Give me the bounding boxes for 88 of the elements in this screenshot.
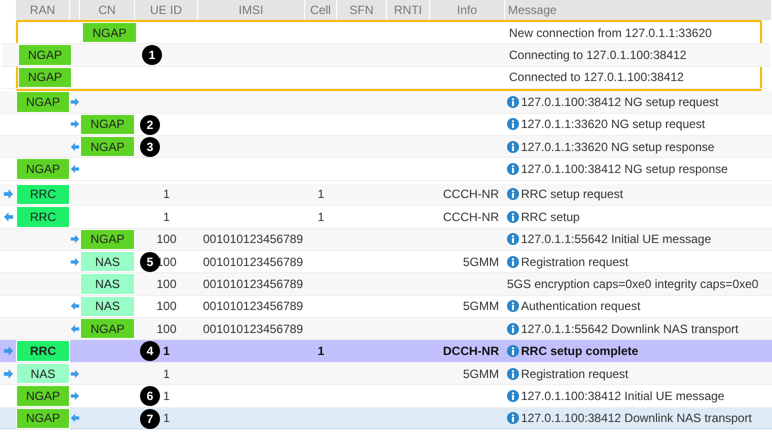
message-text: 127.0.1.100:38412 NG setup request bbox=[521, 94, 718, 109]
table-cell: 1 bbox=[163, 187, 170, 202]
table-cell: 100 bbox=[156, 322, 177, 336]
log-row[interactable]: NAS 100 001010123456789 5GS encryption caps=0xe0 integrity caps=0xe0 bbox=[0, 273, 772, 296]
message-text: RRC setup bbox=[521, 210, 580, 224]
table-cell: 1 bbox=[318, 187, 324, 202]
table-cell: 5GMM bbox=[463, 366, 499, 381]
column-header[interactable]: CN bbox=[80, 0, 135, 20]
protocol-tag: NGAP bbox=[18, 44, 72, 66]
protocol-tag: NGAP bbox=[16, 158, 70, 180]
protocol-tag: NAS bbox=[80, 296, 135, 318]
log-row[interactable]: NGAP Connected to 127.0.1.100:38412 bbox=[2, 66, 770, 90]
protocol-tag: RRC bbox=[16, 340, 70, 362]
log-row[interactable]: NAS 1 5GMM Registration request bbox=[0, 362, 772, 386]
column-header[interactable]: Info bbox=[430, 0, 505, 20]
column-header[interactable]: SFN bbox=[337, 0, 387, 20]
protocol-tag: RRC bbox=[16, 184, 70, 206]
log-row[interactable]: NGAP 127.0.1.100:38412 NG setup response bbox=[0, 158, 772, 181]
message-text: 127.0.1.1:55642 Downlink NAS transport bbox=[521, 322, 738, 336]
table-cell: 001010123456789 bbox=[203, 276, 304, 291]
callout-badge: 1 bbox=[142, 45, 162, 66]
protocol-tag: RRC bbox=[16, 206, 70, 228]
log-row[interactable]: RRC 1 1 CCCH-NR RRC setup request bbox=[0, 184, 772, 206]
protocol-tag: NGAP bbox=[16, 91, 70, 113]
protocol-tag: NGAP bbox=[16, 385, 70, 407]
table-cell: 1 bbox=[163, 344, 170, 358]
table-cell: DCCH-NR bbox=[443, 344, 499, 358]
protocol-tag: NAS bbox=[80, 273, 135, 295]
table-cell: 001010123456789 bbox=[203, 322, 304, 336]
column-header[interactable]: IMSI bbox=[198, 0, 305, 20]
protocol-tag: NGAP bbox=[80, 228, 135, 250]
column-header[interactable]: RNTI bbox=[387, 0, 430, 20]
message-text: 5GS encryption caps=0xe0 integrity caps=0xe0 bbox=[507, 276, 758, 291]
message-text: 127.0.1.100:38412 Downlink NAS transport bbox=[521, 411, 752, 426]
table-cell: 1 bbox=[318, 210, 324, 224]
protocol-tag: NGAP bbox=[80, 136, 135, 158]
table-cell: 1 bbox=[318, 344, 324, 358]
callout-badge: 7 bbox=[140, 408, 160, 429]
callout-badge: 5 bbox=[140, 252, 160, 272]
message-text: 127.0.1.1:55642 Initial UE message bbox=[521, 232, 712, 246]
protocol-tag: NGAP bbox=[16, 408, 70, 430]
message-text: Registration request bbox=[521, 366, 628, 381]
message-text: Registration request bbox=[521, 254, 628, 269]
table-cell: 100 bbox=[156, 299, 177, 314]
log-row[interactable]: RRC 4 1 1 DCCH-NR RRC setup complete bbox=[0, 340, 772, 363]
message-text: Connecting to 127.0.1.100:38412 bbox=[509, 48, 686, 62]
callout-badge: 6 bbox=[140, 386, 160, 406]
table-cell: 100 bbox=[156, 232, 177, 246]
table-cell: 5GMM bbox=[463, 254, 499, 269]
table-cell: 5GMM bbox=[463, 299, 499, 314]
message-text: RRC setup request bbox=[521, 187, 624, 202]
message-text: 127.0.1.100:38412 Initial UE message bbox=[521, 388, 724, 403]
message-text: Authentication request bbox=[521, 299, 640, 314]
protocol-tag: NGAP bbox=[80, 114, 135, 135]
log-row[interactable]: NGAP 3 127.0.1.1:33620 NG setup response bbox=[0, 136, 772, 158]
protocol-tag: NAS bbox=[16, 362, 70, 384]
log-row[interactable]: NGAP 100 001010123456789 127.0.1.1:55642 Downlink NAS transport bbox=[0, 318, 772, 340]
column-header[interactable]: Cell bbox=[305, 0, 337, 20]
table-cell: 001010123456789 bbox=[203, 254, 304, 269]
message-text: RRC setup complete bbox=[521, 344, 638, 358]
callout-badge: 3 bbox=[140, 136, 160, 157]
column-header[interactable]: RAN bbox=[16, 0, 70, 20]
protocol-tag: NGAP bbox=[80, 318, 135, 340]
log-row[interactable]: NGAP 100 001010123456789 127.0.1.1:55642 Initial UE message bbox=[0, 228, 772, 251]
protocol-tag: NAS bbox=[80, 250, 135, 272]
table-cell: CCCH-NR bbox=[443, 210, 499, 224]
log-row[interactable]: NGAP 1 Connecting to 127.0.1.100:38412 bbox=[2, 44, 770, 67]
message-text: 127.0.1.100:38412 NG setup response bbox=[521, 162, 728, 176]
table-cell: CCCH-NR bbox=[443, 187, 499, 202]
callout-badge: 4 bbox=[140, 341, 160, 362]
protocol-tag: NGAP bbox=[82, 22, 137, 44]
column-header[interactable]: UE ID bbox=[135, 0, 198, 20]
table-cell: 1 bbox=[163, 366, 170, 381]
callout-badge: 2 bbox=[140, 114, 160, 135]
table-cell: 1 bbox=[163, 388, 170, 403]
column-header[interactable]: Message bbox=[505, 0, 772, 20]
table-cell: 001010123456789 bbox=[203, 232, 304, 246]
table-cell: 1 bbox=[163, 210, 170, 224]
table-cell: 100 bbox=[156, 276, 177, 291]
message-text: New connection from 127.0.1.1:33620 bbox=[509, 26, 712, 40]
message-text: Connected to 127.0.1.100:38412 bbox=[509, 70, 684, 84]
log-row[interactable]: NGAP 127.0.1.100:38412 NG setup request bbox=[0, 91, 772, 114]
protocol-tag: NGAP bbox=[18, 66, 72, 88]
message-text: 127.0.1.1:33620 NG setup response bbox=[521, 140, 714, 154]
table-cell: 1 bbox=[163, 411, 170, 426]
message-text: 127.0.1.1:33620 NG setup request bbox=[521, 117, 706, 132]
log-row[interactable]: NGAP 7 1 127.0.1.100:38412 Downlink NAS transport bbox=[0, 408, 772, 430]
table-cell: 001010123456789 bbox=[203, 299, 304, 314]
